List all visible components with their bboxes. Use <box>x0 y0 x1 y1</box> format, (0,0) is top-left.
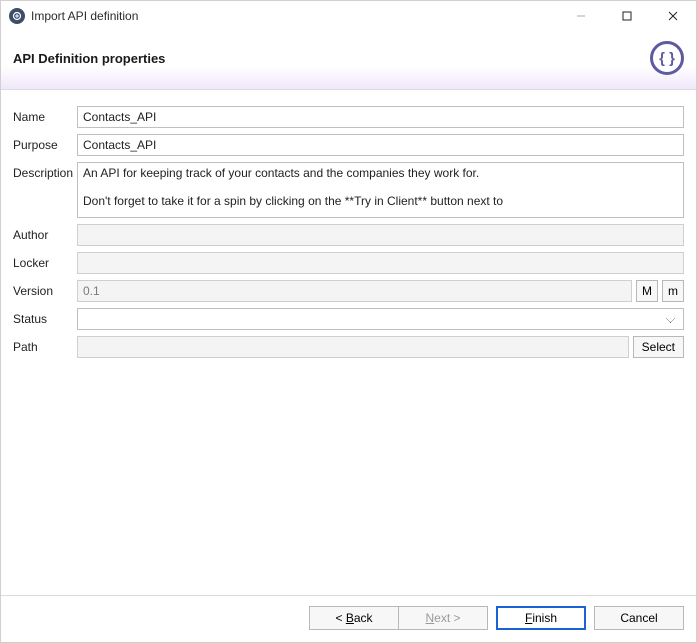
back-button[interactable]: < Back <box>309 606 399 630</box>
author-field <box>77 224 684 246</box>
name-label: Name <box>13 106 77 124</box>
finish-button[interactable]: Finish <box>496 606 586 630</box>
path-field <box>77 336 629 358</box>
cancel-button[interactable]: Cancel <box>594 606 684 630</box>
version-minor-button[interactable]: m <box>662 280 684 302</box>
titlebar: Import API definition <box>1 1 696 31</box>
status-select[interactable] <box>77 308 684 330</box>
next-button: Next > <box>398 606 488 630</box>
app-icon <box>9 8 25 24</box>
page-title: API Definition properties <box>13 51 165 66</box>
wizard-header: API Definition properties { } <box>1 31 696 89</box>
locker-field <box>77 252 684 274</box>
close-button[interactable] <box>650 1 696 31</box>
api-braces-icon: { } <box>650 41 684 75</box>
status-label: Status <box>13 308 77 326</box>
minimize-button[interactable] <box>558 1 604 31</box>
window-title: Import API definition <box>31 9 138 23</box>
window-controls <box>558 1 696 31</box>
version-label: Version <box>13 280 77 298</box>
name-input[interactable] <box>77 106 684 128</box>
purpose-input[interactable] <box>77 134 684 156</box>
description-label: Description <box>13 162 77 180</box>
path-label: Path <box>13 336 77 354</box>
version-major-button[interactable]: M <box>636 280 658 302</box>
description-input[interactable]: An API for keeping track of your contact… <box>77 162 684 218</box>
purpose-label: Purpose <box>13 134 77 152</box>
locker-label: Locker <box>13 252 77 270</box>
maximize-button[interactable] <box>604 1 650 31</box>
version-field: 0.1 <box>77 280 632 302</box>
path-select-button[interactable]: Select <box>633 336 684 358</box>
wizard-footer: < Back Next > Finish Cancel <box>1 595 696 642</box>
author-label: Author <box>13 224 77 242</box>
form-area: Name Purpose Description An API for keep… <box>1 90 696 595</box>
